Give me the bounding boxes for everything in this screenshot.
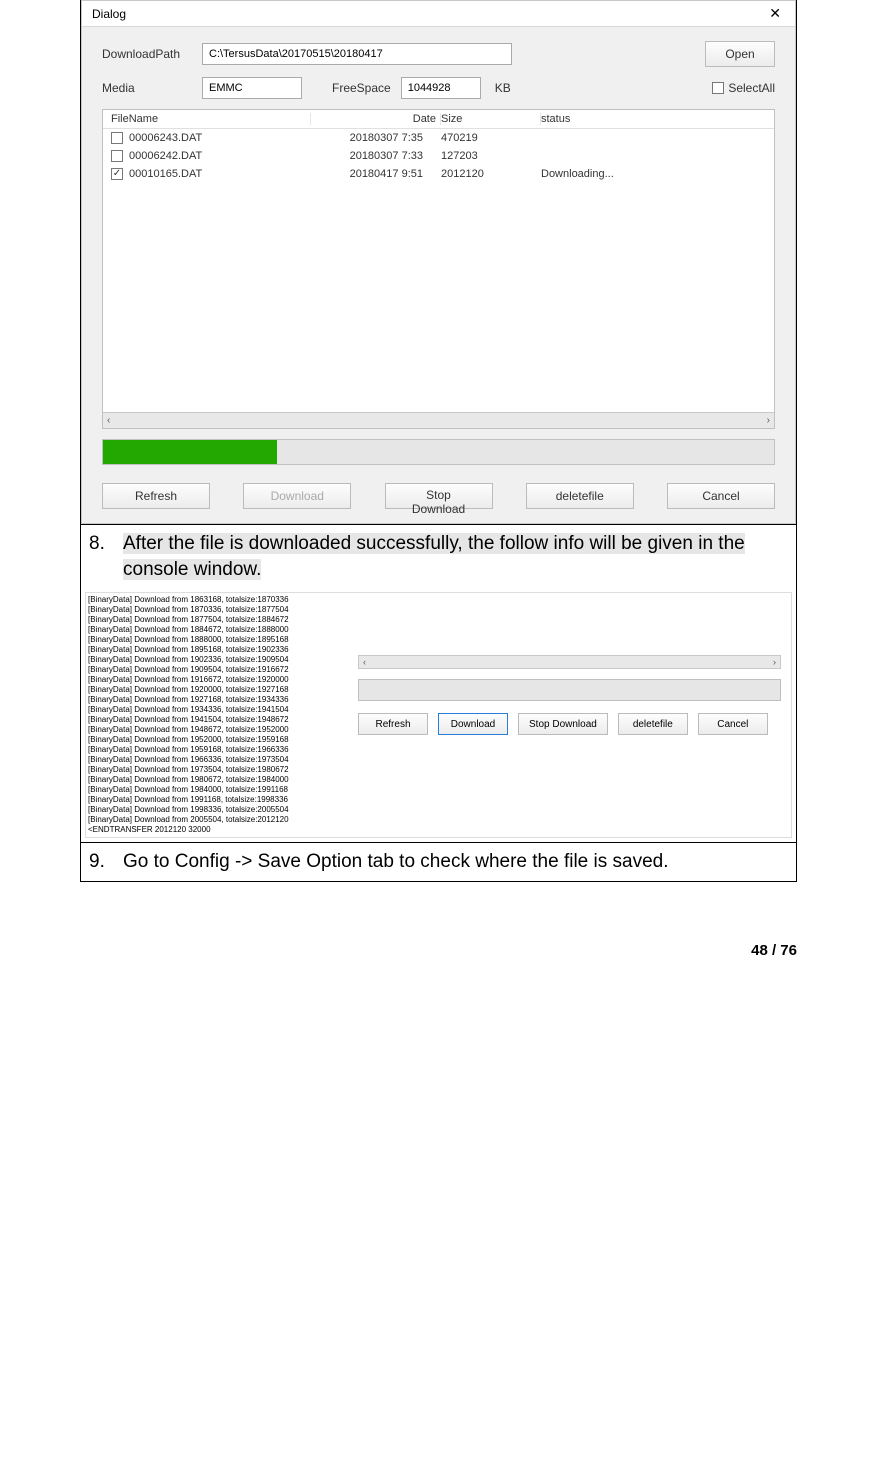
console-log: [BinaryData] Download from 1863168, tota… [88,595,348,835]
scroll-left-icon[interactable]: ‹ [363,657,366,667]
downloadpath-label: DownloadPath [102,47,192,61]
horizontal-scrollbar[interactable]: ‹ › [103,412,774,428]
kb-label: KB [491,81,511,95]
col-filename[interactable]: FileName [111,113,311,125]
open-button[interactable]: Open [705,41,775,67]
col-size[interactable]: Size [441,113,541,125]
step-8: 8. After the file is downloaded successf… [81,524,796,588]
dialog-window: Dialog ✕ DownloadPath Open Media FreeSpa… [81,0,796,524]
close-icon[interactable]: ✕ [765,5,785,22]
stop-download-button[interactable]: Stop Download [518,713,608,735]
freespace-label: FreeSpace [332,81,391,95]
media-input[interactable] [202,77,302,99]
page-number: 48 / 76 [0,922,877,979]
file-checkbox[interactable] [111,150,123,162]
col-status[interactable]: status [541,113,766,125]
scroll-right-icon[interactable]: › [773,657,776,667]
file-checkbox[interactable]: ✓ [111,168,123,180]
download-button[interactable]: Download [438,713,508,735]
progress-bar [102,439,775,465]
freespace-input[interactable] [401,77,481,99]
scroll-right-icon[interactable]: › [767,415,770,426]
dialog-title: Dialog [92,7,126,21]
cancel-button[interactable]: Cancel [667,483,775,509]
console-screenshot: [BinaryData] Download from 1863168, tota… [85,592,792,838]
file-row[interactable]: ✓00010165.DAT 20180417 9:51 2012120 Down… [103,165,774,183]
file-row[interactable]: 00006243.DAT 20180307 7:35 470219 [103,129,774,147]
refresh-button[interactable]: Refresh [102,483,210,509]
cancel-button[interactable]: Cancel [698,713,768,735]
file-checkbox[interactable] [111,132,123,144]
deletefile-button[interactable]: deletefile [526,483,634,509]
media-label: Media [102,81,192,95]
stop-download-button[interactable]: Stop Download [385,483,493,509]
step-9: 9. Go to Config -> Save Option tab to ch… [81,842,796,881]
refresh-button[interactable]: Refresh [358,713,428,735]
download-button[interactable]: Download [243,483,351,509]
selectall-label: SelectAll [728,81,775,95]
col-date[interactable]: Date [311,113,441,125]
deletefile-button[interactable]: deletefile [618,713,688,735]
selectall-checkbox[interactable]: SelectAll [712,81,775,95]
mini-progress-bar [358,679,781,701]
mini-scrollbar[interactable]: ‹ › [358,655,781,669]
file-list: FileName Date Size status 00006243.DAT 2… [102,109,775,429]
scroll-left-icon[interactable]: ‹ [107,415,110,426]
file-row[interactable]: 00006242.DAT 20180307 7:33 127203 [103,147,774,165]
downloadpath-input[interactable] [202,43,512,65]
